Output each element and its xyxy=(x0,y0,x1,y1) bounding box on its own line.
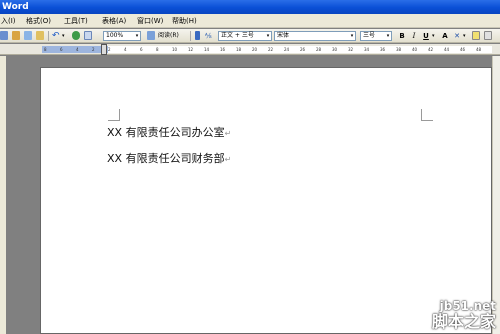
menu-tools[interactable]: 工具(T) xyxy=(64,14,88,28)
watermark: jb51.net 脚本之家 xyxy=(432,299,496,331)
style-select[interactable]: 正文 + 三号 ▾ xyxy=(218,31,272,41)
ruler-tick-label: 34 xyxy=(364,47,370,52)
ruler-tick-label: 20 xyxy=(252,47,258,52)
styles-pane-icon[interactable]: ⅍ xyxy=(205,31,212,41)
style-value: 正文 + 三号 xyxy=(221,32,254,39)
toolbar-separator xyxy=(48,31,49,41)
paragraph-mark-icon: ↵ xyxy=(224,129,232,138)
scale-dropdown-icon[interactable]: ▾ xyxy=(463,31,466,41)
ruler-tick-label: 36 xyxy=(380,47,386,52)
ruler-tick-label: 18 xyxy=(236,47,242,52)
ruler-tick-label: 40 xyxy=(412,47,418,52)
bold-button[interactable]: B xyxy=(397,31,407,41)
underline-dropdown-icon[interactable]: ▾ xyxy=(432,31,435,41)
ruler-tick-label: 38 xyxy=(396,47,402,52)
font-size-value: 三号 xyxy=(363,32,376,39)
left-gutter xyxy=(0,56,6,334)
ruler-tick-label: 24 xyxy=(284,47,290,52)
toolbar-grip-icon xyxy=(195,31,200,40)
text-border-icon[interactable] xyxy=(484,31,492,40)
ruler-tick-label: 2 xyxy=(108,47,111,52)
document-page[interactable] xyxy=(40,67,492,334)
ruler-left-margin xyxy=(42,46,108,53)
ruler-tick-label: 14 xyxy=(204,47,210,52)
ruler-tick-label: 16 xyxy=(220,47,226,52)
menu-format[interactable]: 格式(O) xyxy=(26,14,51,28)
ruler-tick-label: 30 xyxy=(332,47,338,52)
title-bar: Word xyxy=(0,0,500,14)
chevron-down-icon: ▾ xyxy=(266,33,270,39)
spell-check-icon[interactable] xyxy=(0,31,8,40)
undo-dropdown-icon[interactable]: ▾ xyxy=(62,31,65,41)
ruler-tick-label: 8 xyxy=(156,47,159,52)
ruler-tick-label: 22 xyxy=(268,47,274,52)
font-select[interactable]: 宋体 ▾ xyxy=(274,31,356,41)
window-title: Word xyxy=(2,2,29,12)
menu-table[interactable]: 表格(A) xyxy=(102,14,126,28)
paragraph-mark-icon: ↵ xyxy=(224,155,232,164)
font-value: 宋体 xyxy=(277,32,290,39)
paste-icon[interactable] xyxy=(36,31,44,40)
menu-bar: 入(I) 格式(O) 工具(T) 表格(A) 窗口(W) 帮助(H) xyxy=(0,14,500,28)
ruler-tick-label: 10 xyxy=(172,47,178,52)
line-text: XX 有限责任公司办公室 xyxy=(107,126,225,139)
crop-mark-top-right xyxy=(421,109,433,121)
menu-help[interactable]: 帮助(H) xyxy=(172,14,197,28)
chevron-down-icon: ▾ xyxy=(350,33,354,39)
document-line-2[interactable]: XX 有限责任公司财务部↵ xyxy=(107,150,231,166)
table-icon[interactable] xyxy=(84,31,92,40)
menu-insert[interactable]: 入(I) xyxy=(1,14,16,28)
ruler-tick-label: 44 xyxy=(444,47,450,52)
hyperlink-icon[interactable] xyxy=(72,31,80,40)
ruler-tick-label: 6 xyxy=(140,47,143,52)
ruler-tick-label: 6 xyxy=(60,47,63,52)
ruler-tick-label: 32 xyxy=(348,47,354,52)
ruler-tick-label: 12 xyxy=(188,47,194,52)
italic-button[interactable]: I xyxy=(409,31,419,41)
character-border-button[interactable]: A xyxy=(440,31,450,41)
ruler-tick-label: 4 xyxy=(76,47,79,52)
document-line-1[interactable]: XX 有限责任公司办公室↵ xyxy=(107,124,231,140)
ruler-tick-label: 48 xyxy=(476,47,482,52)
character-scale-icon[interactable]: ✕ xyxy=(452,31,462,41)
ruler-tick-label: 46 xyxy=(460,47,466,52)
formatting-toolbar: ↶ ▾ 100% ▾ 阅读(R) ⅍ 正文 + 三号 ▾ 宋体 ▾ 三号 ▾ B… xyxy=(0,29,500,43)
read-button[interactable]: 阅读(R) xyxy=(158,31,179,41)
ruler-tick-label: 26 xyxy=(300,47,306,52)
watermark-line-2: 脚本之家 xyxy=(431,312,496,331)
read-mode-icon[interactable] xyxy=(147,31,155,40)
toolbar-separator xyxy=(190,31,191,41)
undo-icon[interactable]: ↶ xyxy=(52,31,60,41)
underline-button[interactable]: U xyxy=(421,31,431,41)
copy-icon[interactable] xyxy=(24,31,32,40)
crop-mark-top-left xyxy=(108,109,120,121)
zoom-select[interactable]: 100% ▾ xyxy=(103,31,141,41)
line-text: XX 有限责任公司财务部 xyxy=(107,152,225,165)
ruler-tick-label: 8 xyxy=(44,47,47,52)
vertical-scrollbar[interactable] xyxy=(492,56,500,334)
ruler-track: 8 6 4 2 2 4 6 8 10 12 14 16 18 20 22 24 26 28 30 32 34 36 38 40… xyxy=(42,46,492,53)
highlight-icon[interactable] xyxy=(472,31,480,40)
indent-marker[interactable] xyxy=(101,44,107,55)
chevron-down-icon: ▾ xyxy=(135,33,139,39)
font-size-select[interactable]: 三号 ▾ xyxy=(360,31,392,41)
menu-window[interactable]: 窗口(W) xyxy=(137,14,163,28)
ruler-tick-label: 2 xyxy=(92,47,95,52)
ruler-tick-label: 42 xyxy=(428,47,434,52)
ruler-tick-label: 4 xyxy=(124,47,127,52)
watermark-line-1: jb51.net xyxy=(439,299,496,313)
zoom-value: 100% xyxy=(106,32,124,39)
cut-icon[interactable] xyxy=(12,31,20,40)
chevron-down-icon: ▾ xyxy=(386,33,390,39)
horizontal-ruler[interactable]: 8 6 4 2 2 4 6 8 10 12 14 16 18 20 22 24 26 28 30 32 34 36 38 40… xyxy=(0,44,500,55)
ruler-tick-label: 28 xyxy=(316,47,322,52)
